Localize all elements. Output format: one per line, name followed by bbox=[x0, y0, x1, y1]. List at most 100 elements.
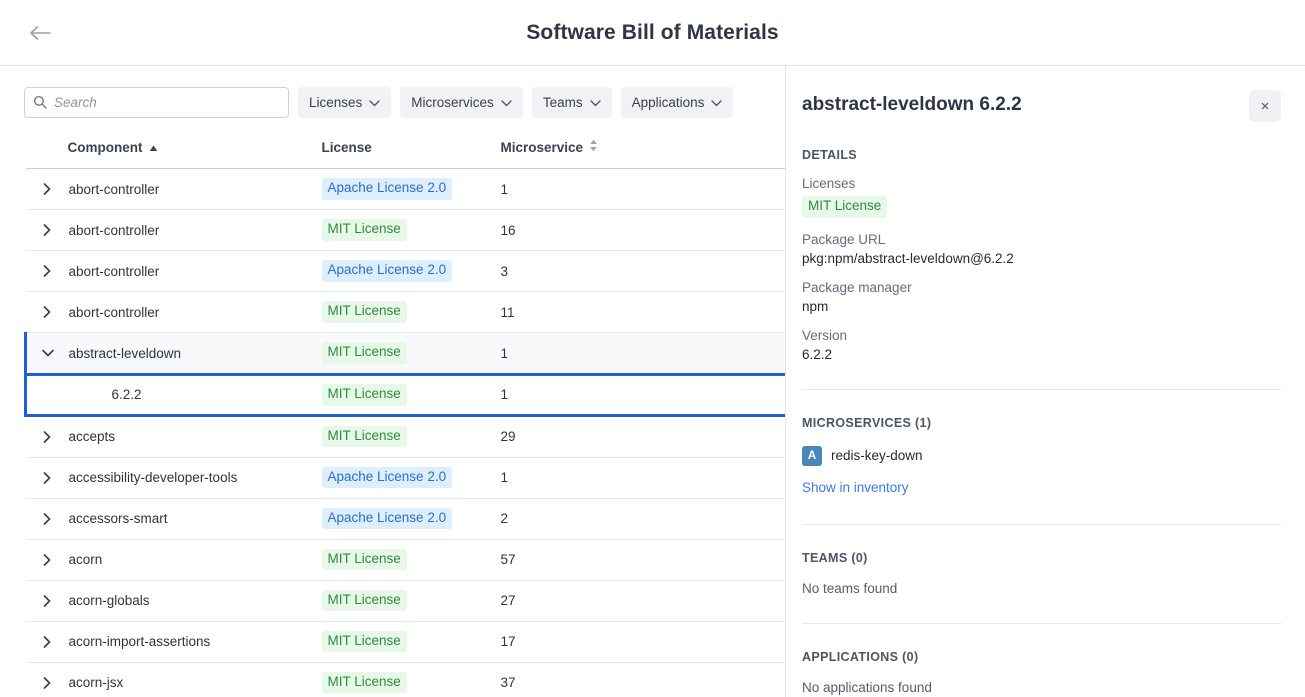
cell-microservice: 27 bbox=[500, 580, 785, 622]
license-badge: MIT License bbox=[321, 219, 407, 241]
microservice-count: 1 bbox=[500, 387, 509, 403]
cell-component: acorn bbox=[67, 539, 322, 581]
row-expander-cell bbox=[25, 291, 68, 333]
chevron-right-icon[interactable] bbox=[26, 663, 68, 697]
chevron-right-icon[interactable] bbox=[26, 540, 68, 580]
chevron-right-icon[interactable] bbox=[26, 169, 68, 209]
chevron-right-icon[interactable] bbox=[26, 499, 68, 539]
cell-microservice: 17 bbox=[500, 621, 785, 663]
filter-teams-button[interactable]: Teams bbox=[531, 87, 612, 118]
teams-empty-text: No teams found bbox=[802, 580, 898, 596]
license-badge: MIT License bbox=[802, 196, 888, 218]
component-name: abstract-leveldown bbox=[68, 345, 182, 361]
table-row[interactable]: acorn-import-assertions MIT License 17 bbox=[25, 621, 785, 663]
close-panel-button[interactable]: × bbox=[1249, 90, 1281, 122]
table-row[interactable]: acorn MIT License 57 bbox=[25, 539, 785, 581]
license-badge: Apache License 2.0 bbox=[321, 178, 453, 200]
column-header-microservice[interactable]: Microservice bbox=[500, 139, 785, 169]
column-header-microservice-label: Microservice bbox=[500, 139, 584, 155]
table-row[interactable]: abort-controller MIT License 11 bbox=[25, 291, 785, 333]
microservice-count: 2 bbox=[500, 511, 509, 526]
cell-microservice: 3 bbox=[500, 250, 785, 292]
filter-teams-label: Teams bbox=[542, 95, 583, 110]
cell-license: MIT License bbox=[321, 415, 501, 458]
chevron-down-icon bbox=[711, 95, 723, 110]
filter-licenses-label: Licenses bbox=[309, 95, 363, 110]
cell-license: MIT License bbox=[321, 332, 501, 376]
arrow-left-icon bbox=[30, 25, 52, 41]
microservice-count: 11 bbox=[500, 304, 515, 320]
row-expander-cell bbox=[25, 580, 68, 622]
chevron-down-icon[interactable] bbox=[27, 333, 69, 373]
column-header-component-label: Component bbox=[67, 140, 143, 155]
table-row[interactable]: abort-controller Apache License 2.0 3 bbox=[25, 250, 785, 292]
microservice-count: 29 bbox=[500, 429, 516, 444]
filter-licenses-button[interactable]: Licenses bbox=[298, 87, 392, 118]
cell-microservice: 1 bbox=[500, 332, 785, 376]
chevron-right-icon[interactable] bbox=[26, 251, 68, 291]
cell-component: abort-controller bbox=[67, 291, 322, 333]
table-row[interactable]: 6.2.2 MIT License 1 bbox=[24, 374, 785, 417]
cell-license: Apache License 2.0 bbox=[321, 498, 501, 540]
show-in-inventory-link[interactable]: Show in inventory bbox=[802, 480, 909, 495]
cell-license: Apache License 2.0 bbox=[321, 168, 501, 210]
component-name: acorn-import-assertions bbox=[68, 634, 211, 649]
back-button[interactable] bbox=[24, 16, 58, 50]
chevron-right-icon[interactable] bbox=[26, 417, 68, 457]
sort-ascending-icon bbox=[149, 140, 158, 155]
chevron-right-icon[interactable] bbox=[26, 622, 68, 662]
component-name: accessibility-developer-tools bbox=[68, 470, 238, 485]
column-header-license-label: License bbox=[321, 140, 372, 155]
applications-empty-text: No applications found bbox=[802, 679, 932, 695]
chevron-right-icon[interactable] bbox=[26, 581, 68, 621]
cell-component: acorn-import-assertions bbox=[67, 621, 322, 663]
table-row[interactable]: abort-controller Apache License 2.0 1 bbox=[25, 168, 785, 210]
license-badge: MIT License bbox=[321, 301, 407, 323]
table-row[interactable]: abort-controller MIT License 16 bbox=[25, 209, 785, 251]
components-table: Component License Microservice abort-con… bbox=[24, 139, 785, 697]
cell-microservice: 16 bbox=[500, 209, 785, 251]
page-title: Software Bill of Materials bbox=[526, 20, 779, 44]
field-value-package-manager: npm bbox=[802, 298, 829, 314]
cell-component: 6.2.2 bbox=[67, 374, 322, 417]
cell-microservice: 37 bbox=[500, 662, 785, 697]
cell-component: acorn-jsx bbox=[67, 662, 322, 697]
filter-applications-button[interactable]: Applications bbox=[620, 87, 734, 118]
component-name: abort-controller bbox=[68, 263, 160, 279]
cell-component: accepts bbox=[67, 415, 322, 458]
microservice-item[interactable]: A redis-key-down bbox=[802, 445, 1281, 466]
table-row[interactable]: acorn-jsx MIT License 37 bbox=[25, 662, 785, 697]
cell-component: abstract-leveldown bbox=[67, 332, 322, 376]
cell-license: MIT License bbox=[321, 374, 501, 417]
table-row[interactable]: accepts MIT License 29 bbox=[25, 415, 785, 458]
section-divider bbox=[802, 523, 1281, 525]
details-section-heading: DETAILS bbox=[802, 148, 857, 162]
body-split: Licenses Microservices Teams Application… bbox=[0, 66, 1305, 697]
chevron-right-icon[interactable] bbox=[26, 292, 68, 332]
row-indent bbox=[24, 374, 68, 417]
component-name: abort-controller bbox=[68, 222, 160, 238]
filter-microservices-button[interactable]: Microservices bbox=[400, 87, 523, 118]
chevron-right-icon[interactable] bbox=[26, 458, 68, 498]
microservices-section-heading: MICROSERVICES (1) bbox=[802, 415, 932, 430]
cell-license: Apache License 2.0 bbox=[321, 250, 501, 292]
column-header-component[interactable]: Component bbox=[67, 139, 322, 169]
component-name: accepts bbox=[68, 429, 116, 444]
row-expander-cell bbox=[25, 415, 68, 458]
row-expander-cell bbox=[25, 250, 68, 292]
table-row[interactable]: acorn-globals MIT License 27 bbox=[25, 580, 785, 622]
table-row[interactable]: abstract-leveldown MIT License 1 bbox=[24, 332, 785, 376]
license-badge: MIT License bbox=[321, 383, 407, 406]
row-expander-cell bbox=[25, 662, 68, 697]
table-row[interactable]: accessors-smart Apache License 2.0 2 bbox=[25, 498, 785, 540]
chevron-right-icon[interactable] bbox=[26, 210, 68, 250]
microservice-name: redis-key-down bbox=[831, 448, 923, 464]
cell-component: accessibility-developer-tools bbox=[67, 457, 322, 499]
table-row[interactable]: accessibility-developer-tools Apache Lice… bbox=[25, 457, 785, 499]
column-header-license[interactable]: License bbox=[321, 139, 501, 169]
section-divider bbox=[802, 388, 1281, 390]
license-badge: MIT License bbox=[321, 548, 407, 571]
component-name: acorn bbox=[68, 552, 103, 567]
cell-license: MIT License bbox=[321, 539, 501, 581]
search-input[interactable] bbox=[24, 87, 289, 118]
